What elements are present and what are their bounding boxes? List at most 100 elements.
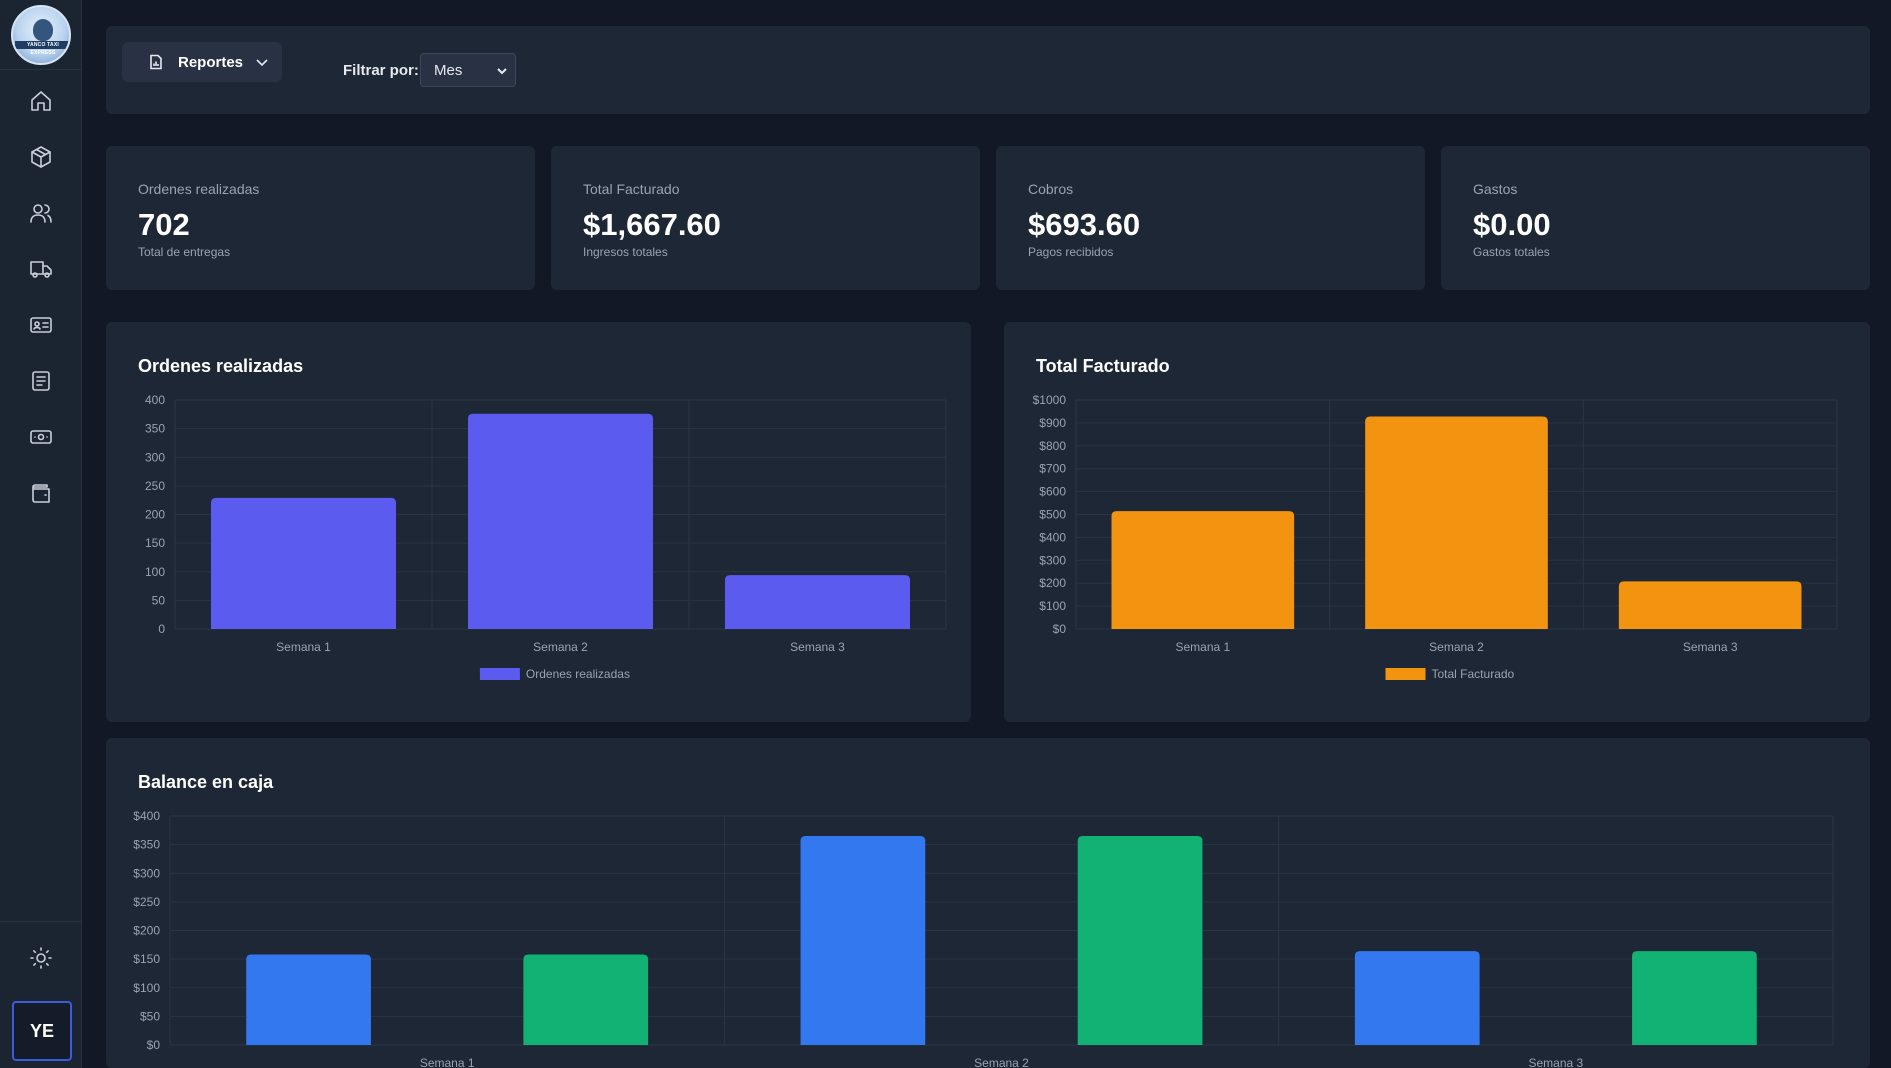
stat-card-billing: Total Facturado $1,667.60 Ingresos total… bbox=[551, 146, 980, 290]
stat-card-expenses: Gastos $0.00 Gastos totales bbox=[1441, 146, 1870, 290]
stat-label: Total Facturado bbox=[583, 181, 680, 197]
billing-chart-card: Total Facturado $0 $100 $200 $300 $400 $500 $6… bbox=[1004, 322, 1870, 722]
y-tick-label: 50 bbox=[152, 593, 166, 607]
sun-icon bbox=[30, 947, 52, 969]
stat-label: Gastos bbox=[1473, 181, 1518, 197]
bar bbox=[800, 836, 926, 1045]
legend-label: Ordenes realizadas bbox=[526, 667, 630, 681]
x-tick-label: Semana 2 bbox=[533, 640, 588, 654]
stat-card-collections: Cobros $693.60 Pagos recibidos bbox=[996, 146, 1425, 290]
toolbar: Reportes Filtrar por: Mes bbox=[106, 26, 1870, 114]
bar bbox=[1365, 416, 1548, 629]
y-tick-label: $300 bbox=[1039, 553, 1066, 567]
legend-label: Total Facturado bbox=[1432, 667, 1515, 681]
nav-payments[interactable] bbox=[25, 421, 57, 453]
y-tick-label: $400 bbox=[133, 809, 160, 823]
nav-drivers[interactable] bbox=[25, 309, 57, 341]
y-tick-label: 0 bbox=[158, 622, 165, 636]
balance-chart-card: Balance en caja $0 $50 $100 $150 $200 $250 $30… bbox=[106, 738, 1870, 1068]
nav-home[interactable] bbox=[25, 85, 57, 117]
y-tick-label: $300 bbox=[133, 866, 160, 880]
y-tick-label: 100 bbox=[145, 565, 165, 579]
money-icon bbox=[30, 430, 52, 444]
y-tick-label: 200 bbox=[145, 508, 165, 522]
sidebar-divider bbox=[0, 921, 82, 922]
stat-value: $693.60 bbox=[1028, 207, 1141, 242]
period-filter-value: Mes bbox=[434, 61, 463, 79]
y-tick-label: $900 bbox=[1039, 416, 1066, 430]
nav-delivery[interactable] bbox=[25, 253, 57, 285]
document-list-icon bbox=[32, 371, 50, 391]
stat-label: Cobros bbox=[1028, 181, 1074, 197]
bar bbox=[1632, 951, 1757, 1045]
y-tick-label: $400 bbox=[1039, 530, 1066, 544]
y-tick-label: 400 bbox=[145, 393, 165, 407]
x-tick-label: Semana 3 bbox=[1683, 640, 1738, 654]
period-filter-select[interactable]: Mes bbox=[420, 53, 516, 87]
nav-users[interactable] bbox=[25, 197, 57, 229]
select-chevron-icon bbox=[497, 68, 507, 75]
y-tick-label: $1000 bbox=[1033, 393, 1067, 407]
y-tick-label: $150 bbox=[133, 952, 160, 966]
x-tick-label: Semana 3 bbox=[790, 640, 845, 654]
nav-wallet[interactable] bbox=[25, 477, 57, 509]
y-tick-label: $100 bbox=[133, 981, 160, 995]
chevron-down-icon bbox=[256, 59, 268, 67]
sidebar: YANCO TAXI EXPRESS YE bbox=[0, 0, 82, 1068]
wallet-icon bbox=[32, 484, 50, 503]
package-icon bbox=[31, 146, 51, 168]
nav-packages[interactable] bbox=[25, 141, 57, 173]
y-tick-label: $350 bbox=[133, 838, 160, 852]
reports-dropdown-button[interactable]: Reportes bbox=[122, 42, 282, 82]
y-tick-label: $250 bbox=[133, 895, 160, 909]
bar bbox=[523, 954, 649, 1045]
stat-value: $0.00 bbox=[1473, 207, 1551, 242]
legend-swatch bbox=[1385, 668, 1426, 680]
reports-label: Reportes bbox=[178, 53, 244, 71]
stat-label: Ordenes realizadas bbox=[138, 181, 260, 197]
stat-subtitle: Total de entregas bbox=[138, 245, 231, 259]
y-tick-label: 350 bbox=[145, 422, 165, 436]
y-tick-label: $600 bbox=[1039, 485, 1066, 499]
filter-label: Filtrar por: bbox=[343, 62, 419, 79]
y-tick-label: 150 bbox=[145, 536, 165, 550]
y-tick-label: $500 bbox=[1039, 508, 1066, 522]
users-icon bbox=[30, 204, 52, 223]
home-icon bbox=[31, 91, 51, 111]
bar bbox=[246, 954, 371, 1045]
orders-chart: 0 50 100 150 200 250 300 350 400 Semana 1 Semana 2… bbox=[145, 393, 947, 681]
y-tick-label: $0 bbox=[147, 1038, 161, 1052]
y-tick-label: 250 bbox=[145, 479, 165, 493]
y-tick-label: $0 bbox=[1053, 622, 1067, 636]
stat-value: $1,667.60 bbox=[583, 207, 721, 242]
orders-chart-card: Ordenes realizadas 0 50 100 150 200 250 300 350… bbox=[106, 322, 971, 722]
company-logo[interactable]: YANCO TAXI EXPRESS bbox=[11, 4, 71, 65]
y-tick-label: $800 bbox=[1039, 439, 1066, 453]
billing-chart: $0 $100 $200 $300 $400 $500 $600 $700 $800 $900 $1… bbox=[1033, 393, 1838, 681]
bar bbox=[1354, 951, 1480, 1045]
report-file-icon bbox=[150, 54, 162, 70]
theme-toggle[interactable] bbox=[25, 942, 57, 974]
logo-container: YANCO TAXI EXPRESS bbox=[0, 0, 82, 70]
id-card-icon bbox=[30, 317, 52, 333]
x-tick-label: Semana 3 bbox=[1528, 1056, 1583, 1068]
nav-orders[interactable] bbox=[25, 365, 57, 397]
logo-figure bbox=[33, 18, 53, 41]
balance-chart: $0 $50 $100 $150 $200 $250 $300 $350 $400 Semana … bbox=[133, 809, 1834, 1068]
bar bbox=[210, 497, 397, 629]
stat-card-orders: Ordenes realizadas 702 Total de entregas bbox=[106, 146, 535, 290]
y-tick-label: $200 bbox=[133, 924, 160, 938]
y-tick-label: $100 bbox=[1039, 599, 1066, 613]
y-tick-label: $700 bbox=[1039, 462, 1066, 476]
stat-value: 702 bbox=[138, 207, 190, 242]
user-avatar[interactable]: YE bbox=[12, 1001, 72, 1061]
y-tick-label: 300 bbox=[145, 450, 165, 464]
y-tick-label: $200 bbox=[1039, 576, 1066, 590]
stat-subtitle: Pagos recibidos bbox=[1028, 245, 1114, 259]
logo-text: YANCO TAXI EXPRESS bbox=[26, 41, 59, 56]
x-tick-label: Semana 1 bbox=[420, 1056, 475, 1068]
x-tick-label: Semana 1 bbox=[276, 640, 331, 654]
x-tick-label: Semana 2 bbox=[1429, 640, 1484, 654]
legend-swatch bbox=[479, 668, 520, 680]
bar bbox=[1077, 836, 1203, 1045]
